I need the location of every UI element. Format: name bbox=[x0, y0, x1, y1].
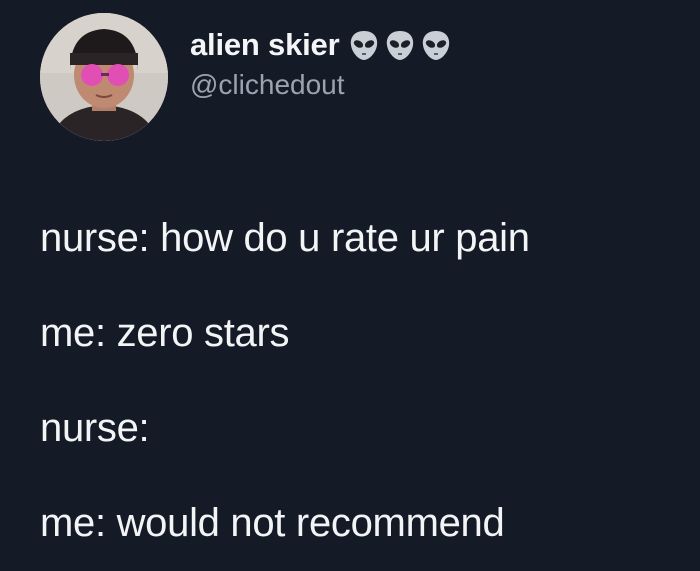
avatar-image bbox=[40, 13, 168, 141]
author-identity: alien skier @clichedout bbox=[190, 23, 451, 101]
tweet-text: nurse: how do u rate ur pain me: zero st… bbox=[40, 215, 680, 547]
avatar[interactable] bbox=[40, 13, 168, 141]
tweet-header: alien skier @clichedout bbox=[40, 12, 451, 142]
tweet-line: me: zero stars bbox=[40, 311, 290, 355]
name-emojis bbox=[349, 29, 451, 61]
tweet-line: me: would not recommend bbox=[40, 501, 505, 545]
name-row: alien skier bbox=[190, 23, 451, 67]
alien-icon bbox=[421, 29, 451, 61]
alien-icon bbox=[385, 29, 415, 61]
alien-icon bbox=[349, 29, 379, 61]
tweet-line: nurse: how do u rate ur pain bbox=[40, 216, 530, 260]
tweet-card: alien skier @clichedout nurse: how do u … bbox=[0, 0, 700, 571]
display-name[interactable]: alien skier bbox=[190, 27, 340, 63]
tweet-line: nurse: bbox=[40, 406, 150, 450]
user-handle[interactable]: @clichedout bbox=[190, 69, 451, 101]
